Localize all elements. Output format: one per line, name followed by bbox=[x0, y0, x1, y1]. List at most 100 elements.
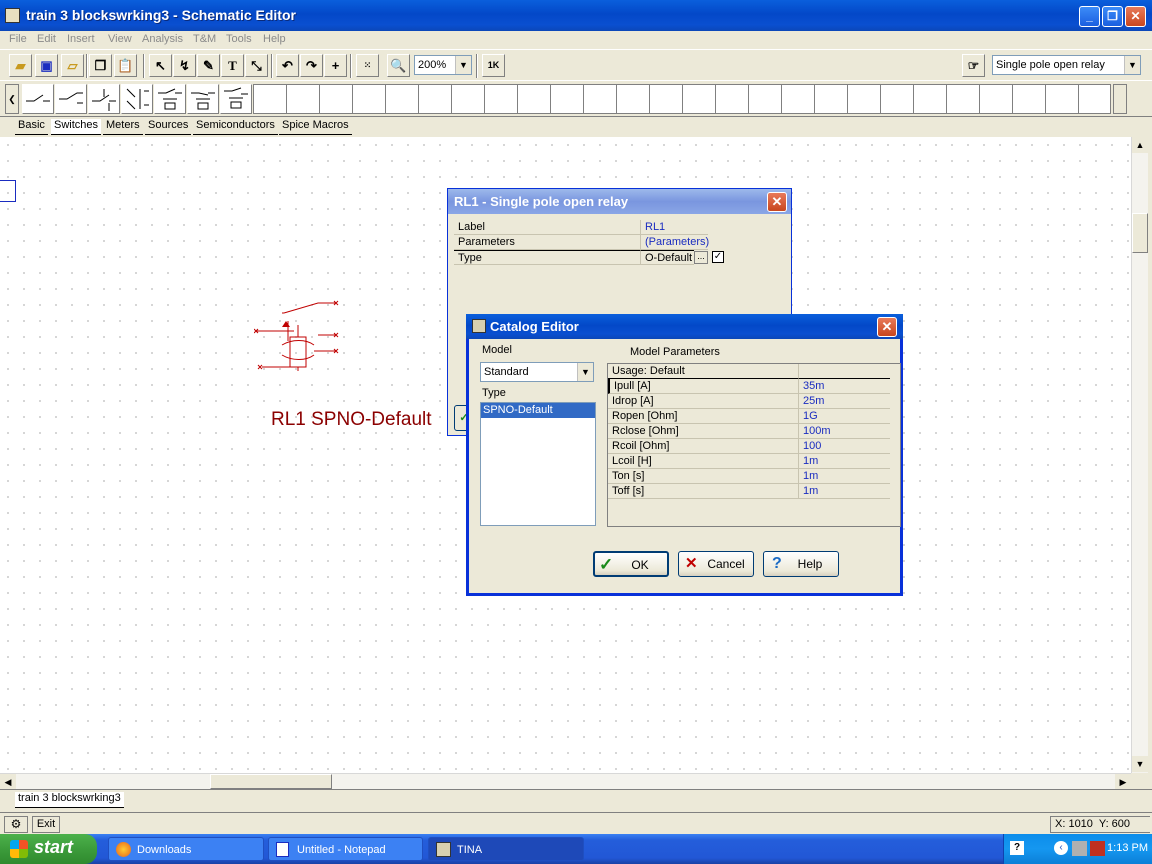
resistor-tool-icon[interactable]: 1K bbox=[482, 54, 505, 77]
tab-meters[interactable]: Meters bbox=[103, 119, 143, 135]
tab-sources[interactable]: Sources bbox=[145, 119, 192, 135]
scroll-left-icon[interactable]: ❮ bbox=[5, 84, 19, 114]
redo-icon[interactable]: ↷ bbox=[300, 54, 323, 77]
model-select[interactable]: Standard ▼ bbox=[480, 362, 594, 382]
scroll-right-icon[interactable]: ▶ bbox=[1115, 774, 1131, 790]
catalog-editor-title[interactable]: Catalog Editor bbox=[466, 314, 903, 339]
restore-button[interactable]: ❐ bbox=[1102, 6, 1123, 27]
model-label: Model bbox=[482, 344, 512, 356]
menu-tools[interactable]: Tools bbox=[226, 33, 252, 45]
cancel-x-icon: ✕ bbox=[685, 555, 698, 572]
start-button[interactable]: start bbox=[0, 834, 97, 864]
param-value[interactable]: 1m bbox=[798, 484, 890, 499]
relay-nc-icon[interactable] bbox=[187, 84, 219, 114]
scroll-up-icon[interactable]: ▲ bbox=[1132, 137, 1148, 153]
param-value[interactable]: 1m bbox=[798, 454, 890, 469]
menu-analysis[interactable]: Analysis bbox=[142, 33, 183, 45]
open-file-icon[interactable]: ▱ bbox=[61, 54, 84, 77]
select-arrow-icon[interactable]: ↖ bbox=[149, 54, 172, 77]
menu-edit[interactable]: Edit bbox=[37, 33, 56, 45]
property-value[interactable]: RL1 bbox=[640, 220, 708, 235]
param-value[interactable]: 1m bbox=[798, 469, 890, 484]
task-downloads[interactable]: Downloads bbox=[108, 837, 264, 861]
menu-tm[interactable]: T&M bbox=[193, 33, 216, 45]
param-value[interactable]: 35m bbox=[798, 379, 890, 394]
tab-spice-macros[interactable]: Spice Macros bbox=[279, 119, 352, 135]
text-icon[interactable]: T bbox=[221, 54, 244, 77]
switch-spdt-icon[interactable] bbox=[55, 84, 87, 114]
copy-icon[interactable]: ❐ bbox=[89, 54, 112, 77]
close-button[interactable]: ✕ bbox=[1125, 6, 1146, 27]
tab-basic[interactable]: Basic bbox=[15, 119, 48, 135]
relay-changeover-icon[interactable] bbox=[220, 84, 252, 114]
clock[interactable]: 1:13 PM bbox=[1096, 842, 1148, 854]
tab-document[interactable]: train 3 blockswrking3 bbox=[15, 792, 124, 808]
zoom-icon[interactable]: 🔍 bbox=[387, 54, 410, 77]
app-icon[interactable] bbox=[5, 8, 20, 23]
zoom-select[interactable]: 200% ▼ bbox=[414, 55, 472, 75]
menu-view[interactable]: View bbox=[108, 33, 132, 45]
tab-switches[interactable]: Switches bbox=[51, 119, 102, 135]
partial-component-box[interactable] bbox=[0, 180, 16, 202]
expand-tray-icon[interactable]: ‹ bbox=[1054, 841, 1068, 855]
chevron-down-icon[interactable]: ▼ bbox=[455, 56, 471, 74]
param-value[interactable]: 25m bbox=[798, 394, 890, 409]
cancel-button[interactable]: ✕ Cancel bbox=[678, 551, 754, 577]
help-tray-icon[interactable]: ? bbox=[1010, 841, 1024, 855]
close-icon[interactable]: ✕ bbox=[877, 317, 897, 337]
chevron-down-icon[interactable]: ▼ bbox=[1124, 56, 1140, 74]
window-title-bar[interactable]: train 3 blockswrking3 - Schematic Editor… bbox=[0, 0, 1152, 31]
paste-icon[interactable]: 📋 bbox=[114, 54, 137, 77]
menu-file[interactable]: File bbox=[9, 33, 27, 45]
ok-button[interactable]: ✓ OK bbox=[593, 551, 669, 577]
pen-icon[interactable]: ✎ bbox=[197, 54, 220, 77]
param-value[interactable]: 1G bbox=[798, 409, 890, 424]
relay-icon[interactable] bbox=[154, 84, 186, 114]
switch-spst-icon[interactable] bbox=[22, 84, 54, 114]
property-value[interactable]: (Parameters) bbox=[640, 235, 709, 250]
component-label[interactable]: RL1 SPNO-Default bbox=[271, 409, 432, 431]
volume-icon[interactable] bbox=[1072, 841, 1087, 856]
crosshair-icon[interactable]: + bbox=[324, 54, 347, 77]
component-toolbar: ❮ bbox=[0, 80, 1152, 117]
chevron-down-icon[interactable]: ▼ bbox=[577, 363, 593, 381]
exit-button[interactable]: Exit bbox=[32, 816, 60, 833]
type-checkbox[interactable]: ✓ bbox=[712, 251, 724, 263]
model-value: Standard bbox=[484, 366, 529, 378]
component-select[interactable]: Single pole open relay ▼ bbox=[992, 55, 1141, 75]
param-value[interactable]: 100m bbox=[798, 424, 890, 439]
save-icon[interactable]: ▣ bbox=[35, 54, 58, 77]
scroll-right-icon[interactable] bbox=[1113, 84, 1127, 114]
type-browse-button[interactable]: ... bbox=[694, 251, 708, 264]
switch-pushbutton-icon[interactable] bbox=[88, 84, 120, 114]
relay-dialog-title[interactable]: RL1 - Single pole open relay bbox=[448, 189, 791, 214]
scroll-down-icon[interactable]: ▼ bbox=[1132, 756, 1148, 772]
exit-icon[interactable]: ⚙ bbox=[4, 816, 28, 833]
undo-icon[interactable]: ↶ bbox=[276, 54, 299, 77]
vertical-scrollbar[interactable]: ▲ ▼ bbox=[1131, 137, 1148, 773]
list-item[interactable]: SPNO-Default bbox=[481, 403, 595, 418]
horizontal-scroll-thumb[interactable] bbox=[210, 774, 332, 789]
tab-semiconductors[interactable]: Semiconductors bbox=[193, 119, 278, 135]
horizontal-scrollbar[interactable]: ◀ ▶ bbox=[0, 773, 1131, 790]
param-value[interactable]: 100 bbox=[798, 439, 890, 454]
task-tina[interactable]: TINA bbox=[428, 837, 584, 861]
menu-help[interactable]: Help bbox=[263, 33, 286, 45]
scroll-left-icon[interactable]: ◀ bbox=[0, 774, 16, 790]
open-folder-icon[interactable]: ▰ bbox=[9, 54, 32, 77]
relay-symbol[interactable] bbox=[254, 299, 346, 375]
grid-icon[interactable]: ⁙ bbox=[356, 54, 379, 77]
help-button[interactable]: ? Help bbox=[763, 551, 839, 577]
vertical-scroll-thumb[interactable] bbox=[1132, 213, 1148, 253]
close-icon[interactable]: ✕ bbox=[767, 192, 787, 212]
type-list[interactable]: SPNO-Default bbox=[480, 402, 596, 526]
component-place-icon[interactable]: ☞ bbox=[962, 54, 985, 77]
menu-insert[interactable]: Insert bbox=[67, 33, 95, 45]
minimize-button[interactable]: _ bbox=[1079, 6, 1100, 27]
switch-dpdt-icon[interactable] bbox=[121, 84, 153, 114]
component-select-value: Single pole open relay bbox=[996, 59, 1105, 71]
task-notepad[interactable]: Untitled - Notepad bbox=[268, 837, 423, 861]
property-value[interactable]: O-Default bbox=[640, 250, 694, 265]
delete-wire-icon[interactable]: ⤡ bbox=[245, 54, 268, 77]
wire-icon[interactable]: ↯ bbox=[173, 54, 196, 77]
